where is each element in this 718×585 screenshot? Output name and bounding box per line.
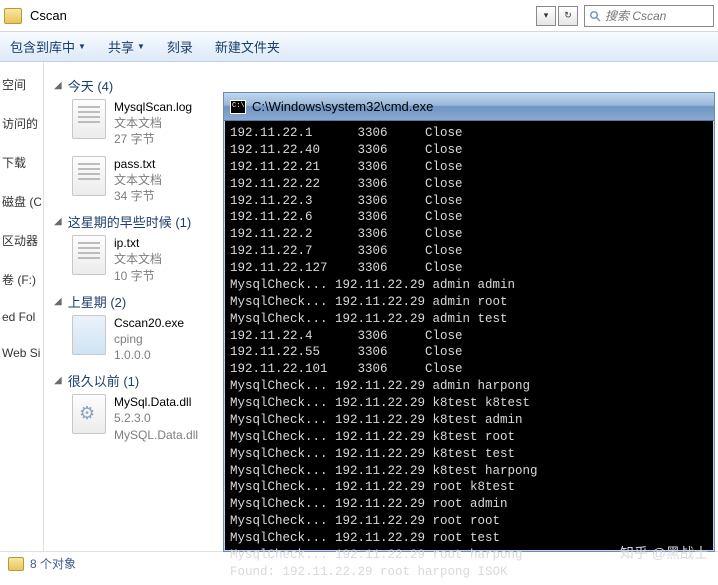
watermark: 知乎 @黑战士: [620, 543, 708, 563]
nav-buttons: ▾ ↻: [534, 6, 578, 26]
file-size: 10 字节: [114, 268, 162, 284]
file-type: 文本文档: [114, 172, 162, 188]
file-name: ip.txt: [114, 235, 162, 251]
text-file-icon: [72, 99, 106, 139]
status-text: 8 个对象: [30, 555, 76, 572]
file-size: 34 字节: [114, 188, 162, 204]
collapse-icon: ◢: [54, 80, 62, 91]
nav-item[interactable]: 空间: [2, 76, 41, 93]
folder-icon: [8, 557, 24, 571]
cmd-icon: [230, 100, 246, 114]
file-name: pass.txt: [114, 156, 162, 172]
file-version: 5.2.3.0: [114, 410, 198, 426]
nav-item[interactable]: 下载: [2, 154, 41, 171]
exe-file-icon: [72, 315, 106, 355]
nav-item[interactable]: ed Fol: [2, 310, 41, 324]
search-icon: [589, 10, 601, 22]
dll-file-icon: [72, 394, 106, 434]
cmd-title-text: C:\Windows\system32\cmd.exe: [252, 99, 433, 114]
text-file-icon: [72, 156, 106, 196]
nav-item[interactable]: 访问的: [2, 115, 41, 132]
toolbar: 包含到库中▼ 共享▼ 刻录 新建文件夹: [0, 32, 718, 62]
nav-item[interactable]: Web Si: [2, 346, 41, 360]
file-type: 文本文档: [114, 251, 162, 267]
toolbar-include[interactable]: 包含到库中▼: [10, 37, 86, 56]
cmd-output[interactable]: 192.11.22.1 3306 Close 192.11.22.40 3306…: [224, 121, 714, 585]
nav-item[interactable]: 卷 (F:): [2, 271, 41, 288]
file-name: Cscan20.exe: [114, 315, 184, 331]
file-type: 文本文档: [114, 115, 192, 131]
cmd-title-bar[interactable]: C:\Windows\system32\cmd.exe: [224, 93, 714, 121]
search-input[interactable]: 搜索 Cscan: [584, 5, 714, 27]
nav-pane: 空间 访问的 下载 磁盘 (C 区动器 卷 (F:) ed Fol Web Si: [0, 62, 44, 551]
file-desc: cping: [114, 331, 184, 347]
file-desc: MySQL.Data.dll: [114, 427, 198, 443]
file-name: MySql.Data.dll: [114, 394, 198, 410]
cmd-window[interactable]: C:\Windows\system32\cmd.exe 192.11.22.1 …: [223, 92, 715, 552]
address-path[interactable]: Cscan: [30, 8, 534, 23]
chevron-down-icon: ▼: [78, 42, 86, 51]
toolbar-burn[interactable]: 刻录: [167, 37, 193, 56]
toolbar-share[interactable]: 共享▼: [108, 37, 145, 56]
search-placeholder: 搜索 Cscan: [605, 7, 666, 24]
file-size: 27 字节: [114, 131, 192, 147]
nav-item[interactable]: 区动器: [2, 232, 41, 249]
text-file-icon: [72, 235, 106, 275]
chevron-down-icon: ▼: [137, 42, 145, 51]
file-version: 1.0.0.0: [114, 347, 184, 363]
nav-item[interactable]: 磁盘 (C: [2, 193, 41, 210]
folder-icon: [4, 8, 22, 24]
address-bar: Cscan ▾ ↻ 搜索 Cscan: [0, 0, 718, 32]
toolbar-newfolder[interactable]: 新建文件夹: [215, 37, 280, 56]
file-name: MysqlScan.log: [114, 99, 192, 115]
collapse-icon: ◢: [54, 296, 62, 307]
history-dropdown-button[interactable]: ▾: [536, 6, 556, 26]
collapse-icon: ◢: [54, 375, 62, 386]
collapse-icon: ◢: [54, 216, 62, 227]
refresh-button[interactable]: ↻: [558, 6, 578, 26]
